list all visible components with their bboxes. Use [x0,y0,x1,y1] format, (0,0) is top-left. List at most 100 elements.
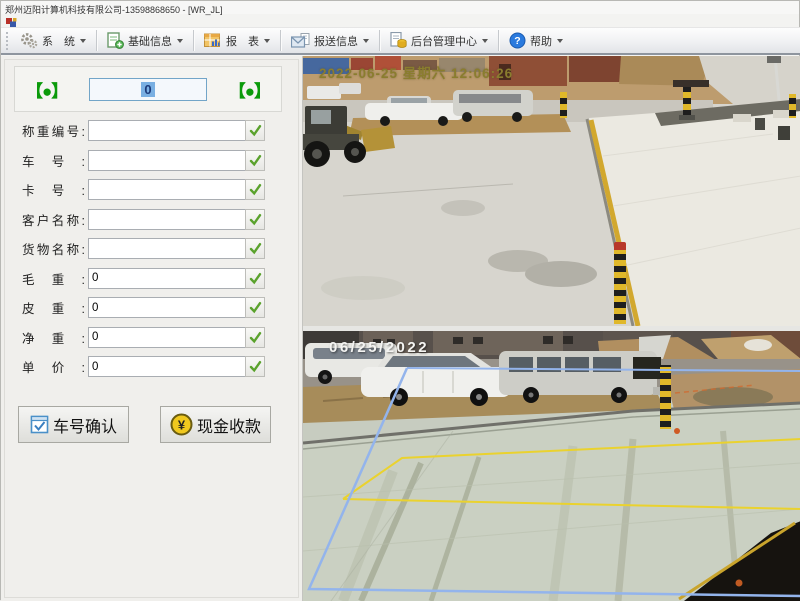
form-field-row: 货物名称: [1,238,302,259]
toolbar-item-basic-info[interactable]: 基础信息 [100,29,190,52]
title-bar: 郑州迈阳计算机科技有限公司-13598868650 - [WR_JL] [1,1,799,14]
check-icon [249,360,262,373]
form-field-row: 车号: [1,150,302,171]
camera-panel: 2022-06-25 星期六 12:06:26 [303,56,800,601]
toolbar-separator [379,30,380,51]
gears-icon [20,32,38,49]
toolbar-separator [96,30,97,51]
form-field-row: 客户名称: [1,209,302,230]
field-label: 皮重: [22,298,85,317]
field-confirm-check-button[interactable] [245,327,265,348]
field-confirm-check-button[interactable] [245,297,265,318]
camera-timestamp: 2022-06-25 星期六 12:06:26 [319,62,513,82]
toolbar-item-admin-center[interactable]: 后台管理中心 [383,29,495,52]
toolbar-grip [6,32,10,50]
check-icon [249,272,262,285]
toolbar-item-label: 帮助 [530,33,552,49]
check-icon [249,183,262,196]
field-label: 净重: [22,328,85,347]
field-label: 单价: [22,357,85,376]
field-input[interactable] [88,150,246,171]
form-field-row: 卡号: [1,179,302,200]
field-input[interactable] [88,356,246,377]
field-confirm-check-button[interactable] [245,150,265,171]
chevron-down-icon [177,39,183,43]
checkbox-icon [30,415,49,434]
form-field-row: 净重: [1,327,302,348]
chevron-down-icon [482,39,488,43]
camera-feed-scene [303,56,800,326]
field-confirm-check-button[interactable] [245,120,265,141]
toolbar-item-label: 报送信息 [314,33,358,49]
toolbar-item-label: 基础信息 [128,33,172,49]
camera-feed-top: 2022-06-25 星期六 12:06:26 [303,56,800,326]
chevron-down-icon [363,39,369,43]
toolbar-item-help[interactable]: ? 帮助 [502,29,570,52]
field-label: 货物名称: [22,239,85,258]
help-icon: ? [509,32,526,49]
field-confirm-check-button[interactable] [245,238,265,259]
check-icon [249,124,262,137]
form-fields: 称重编号: 车号: 卡号: [1,120,302,386]
toolbar-item-system[interactable]: 系 统 [13,29,93,52]
camera-feed-bottom: 06/25/2022 [303,331,800,601]
camera-timestamp: 06/25/2022 [329,339,429,356]
cash-payment-button[interactable]: ¥ 现金收款 [160,406,271,443]
check-icon [249,213,262,226]
toolbar-item-submit-info[interactable]: 报送信息 [284,30,376,52]
form-field-row: 毛重: [1,268,302,289]
weight-display-input[interactable]: 0 [89,78,207,101]
status-indicator-right: 【●】 [229,77,270,102]
field-confirm-check-button[interactable] [245,268,265,289]
field-input[interactable] [88,238,246,259]
cash-payment-label: 现金收款 [197,413,261,437]
weight-display-value: 0 [141,82,154,97]
window-title: 郑州迈阳计算机科技有限公司-13598868650 - [WR_JL] [5,5,223,15]
chevron-down-icon [264,39,270,43]
field-label: 称重编号: [22,121,85,140]
field-input[interactable] [88,297,246,318]
document-add-icon [107,32,124,49]
main-area: 【●】 0 【●】 称重编号: 车号: [1,56,800,601]
mail-document-icon [291,33,310,49]
field-input[interactable] [88,120,246,141]
field-confirm-check-button[interactable] [245,179,265,200]
field-input[interactable] [88,268,246,289]
form-field-row: 单价: [1,356,302,377]
vehicle-confirm-button[interactable]: 车号确认 [18,406,129,443]
field-confirm-check-button[interactable] [245,356,265,377]
field-label: 客户名称: [22,210,85,229]
check-icon [249,242,262,255]
field-input[interactable] [88,327,246,348]
toolbar-item-label: 系 统 [42,33,75,49]
field-label: 车号: [22,151,85,170]
camera-feed-scene [303,331,800,601]
weighbridge-app-window: 郑州迈阳计算机科技有限公司-13598868650 - [WR_JL] 系 统 [0,0,800,600]
toolbar-item-label: 报 表 [226,33,259,49]
yuan-coin-icon: ¥ [170,413,193,436]
check-icon [249,301,262,314]
weighing-form-panel: 【●】 0 【●】 称重编号: 车号: [1,56,303,601]
field-confirm-check-button[interactable] [245,209,265,230]
database-document-icon [390,32,407,49]
toolbar-item-label: 后台管理中心 [411,33,477,49]
toolbar-separator [280,30,281,51]
chevron-down-icon [80,39,86,43]
main-toolbar: 系 统 基础信息 [1,27,800,55]
form-field-row: 皮重: [1,297,302,318]
toolbar-item-reports[interactable]: 报 表 [197,30,277,52]
svg-text:?: ? [514,35,520,47]
toolbar-separator [193,30,194,51]
field-label: 毛重: [22,269,85,288]
weight-display-group: 【●】 0 【●】 [14,66,282,112]
field-input[interactable] [88,179,246,200]
check-icon [249,331,262,344]
field-input[interactable] [88,209,246,230]
report-chart-icon [204,33,222,49]
form-field-row: 称重编号: [1,120,302,141]
check-icon [249,154,262,167]
svg-text:¥: ¥ [178,417,186,432]
status-indicator-left: 【●】 [26,77,67,102]
field-label: 卡号: [22,180,85,199]
toolbar-separator [498,30,499,51]
